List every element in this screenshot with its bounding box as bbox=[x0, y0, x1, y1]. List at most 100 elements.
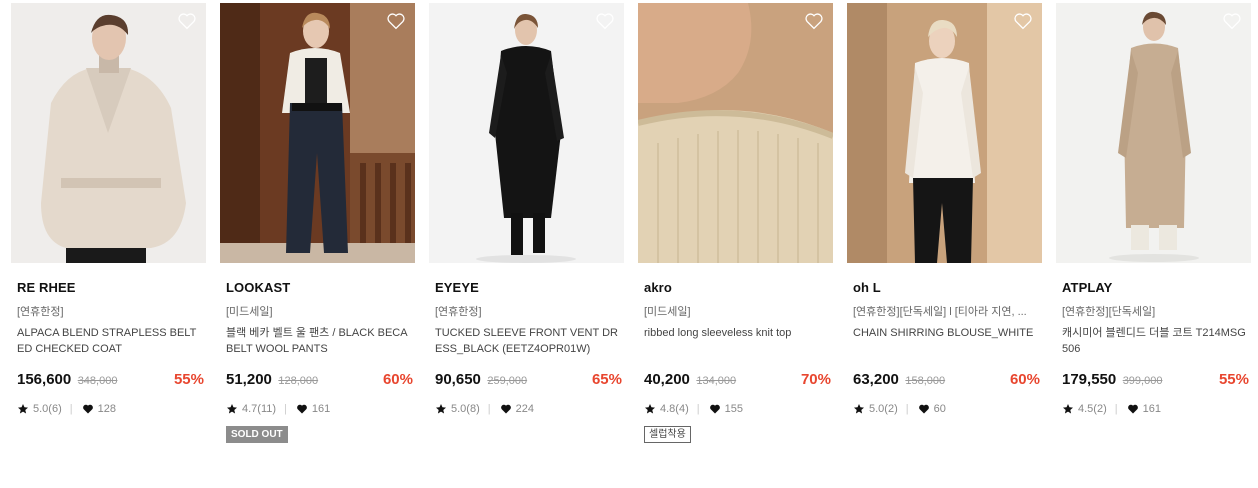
discount-rate: 55% bbox=[173, 371, 204, 388]
heart-filled-icon bbox=[296, 403, 308, 415]
heart-filled-icon bbox=[500, 403, 512, 415]
price-row: 63,200 158,000 60% bbox=[853, 371, 1040, 391]
wishlist-heart-icon[interactable] bbox=[804, 12, 824, 30]
heart-filled-icon bbox=[1127, 403, 1139, 415]
sale-price: 51,200 bbox=[226, 371, 272, 388]
product-name[interactable]: ribbed long sleeveless knit top bbox=[644, 325, 830, 357]
divider: | bbox=[69, 403, 73, 415]
product-card[interactable]: EYEYE [연휴한정] TUCKED SLEEVE FRONT VENT DR… bbox=[429, 3, 624, 416]
brand-name[interactable]: ATPLAY bbox=[1062, 280, 1251, 296]
rating-value: 5.0(6) bbox=[33, 403, 62, 415]
divider: | bbox=[1114, 403, 1118, 415]
product-name[interactable]: TUCKED SLEEVE FRONT VENT DRESS_BLACK (EE… bbox=[435, 325, 621, 357]
product-photo-lookast bbox=[220, 3, 415, 263]
likes-count: 155 bbox=[724, 403, 743, 415]
product-card[interactable]: RE RHEE [연휴한정] ALPACA BLEND STRAPLESS BE… bbox=[11, 3, 206, 416]
product-meta: 4.7(11) | 161 bbox=[226, 402, 415, 416]
product-meta: 5.0(8) | 224 bbox=[435, 402, 624, 416]
likes-count: 60 bbox=[933, 403, 946, 415]
original-price: 158,000 bbox=[905, 375, 946, 387]
original-price: 259,000 bbox=[487, 375, 528, 387]
sale-price: 63,200 bbox=[853, 371, 899, 388]
price-row: 90,650 259,000 65% bbox=[435, 371, 622, 391]
heart-filled-icon bbox=[918, 403, 930, 415]
wishlist-heart-icon[interactable] bbox=[1013, 12, 1033, 30]
discount-rate: 55% bbox=[1218, 371, 1249, 388]
product-image[interactable] bbox=[429, 3, 624, 263]
product-image[interactable] bbox=[220, 3, 415, 263]
promo-tag: [연휴한정] bbox=[435, 306, 482, 318]
wishlist-heart-icon[interactable] bbox=[595, 12, 615, 30]
product-name[interactable]: 블랙 베카 벨트 울 팬츠 / BLACK BECA BELT WOOL PAN… bbox=[226, 325, 412, 357]
product-name[interactable]: 캐시미어 블렌디드 더블 코트 T214MSG506 bbox=[1062, 325, 1248, 357]
rating-value: 4.5(2) bbox=[1078, 403, 1107, 415]
product-card[interactable]: akro [미드세일] ribbed long sleeveless knit … bbox=[638, 3, 833, 443]
heart-filled-icon bbox=[709, 403, 721, 415]
sold-out-badge: SOLD OUT bbox=[226, 426, 288, 443]
product-photo-eyeye bbox=[429, 3, 624, 263]
product-card[interactable]: oh L [연휴한정][단독세일] l [티아라 지연, ... CHAIN S… bbox=[847, 3, 1042, 416]
likes-count: 161 bbox=[1142, 403, 1161, 415]
product-meta: 4.8(4) | 155 bbox=[644, 402, 833, 416]
sale-price: 156,600 bbox=[17, 371, 72, 388]
brand-name[interactable]: oh L bbox=[853, 280, 1042, 296]
promo-tag: [연휴한정][단독세일] bbox=[1062, 306, 1156, 318]
likes-count: 128 bbox=[97, 403, 116, 415]
discount-rate: 60% bbox=[1009, 371, 1040, 388]
sale-price: 90,650 bbox=[435, 371, 481, 388]
likes-count: 161 bbox=[311, 403, 331, 415]
celeb-worn-badge: 셀럽착용 bbox=[644, 426, 691, 443]
product-image[interactable] bbox=[11, 3, 206, 263]
original-price: 128,000 bbox=[278, 375, 319, 387]
product-meta: 5.0(2) | 60 bbox=[853, 402, 1042, 416]
original-price: 134,000 bbox=[696, 375, 737, 387]
brand-name[interactable]: EYEYE bbox=[435, 280, 624, 296]
discount-rate: 70% bbox=[800, 371, 831, 388]
price-row: 156,600 348,000 55% bbox=[17, 371, 204, 391]
rating-value: 5.0(8) bbox=[451, 403, 480, 415]
product-card[interactable]: LOOKAST [미드세일] 블랙 베카 벨트 울 팬츠 / BLACK BEC… bbox=[220, 3, 415, 443]
discount-rate: 60% bbox=[382, 371, 413, 388]
brand-name[interactable]: RE RHEE bbox=[17, 280, 206, 296]
promo-tag: [미드세일] bbox=[644, 306, 691, 318]
divider: | bbox=[696, 403, 700, 415]
heart-filled-icon bbox=[82, 403, 94, 415]
price-row: 51,200 128,000 60% bbox=[226, 371, 413, 391]
wishlist-heart-icon[interactable] bbox=[1222, 12, 1242, 30]
rating-value: 4.7(11) bbox=[242, 403, 277, 415]
product-image[interactable] bbox=[1056, 3, 1251, 263]
product-grid: RE RHEE [연휴한정] ALPACA BLEND STRAPLESS BE… bbox=[0, 0, 1258, 488]
original-price: 348,000 bbox=[77, 375, 118, 387]
sale-price: 179,550 bbox=[1062, 371, 1117, 388]
product-meta: 5.0(6) | 128 bbox=[17, 402, 206, 416]
original-price: 399,000 bbox=[1122, 375, 1163, 387]
promo-tag: [미드세일] bbox=[226, 306, 273, 318]
product-photo-rerhee bbox=[11, 3, 206, 263]
star-icon bbox=[1062, 403, 1074, 415]
divider: | bbox=[487, 403, 491, 415]
wishlist-heart-icon[interactable] bbox=[386, 12, 406, 30]
likes-count: 224 bbox=[515, 403, 534, 415]
rating-value: 5.0(2) bbox=[869, 403, 898, 415]
brand-name[interactable]: akro bbox=[644, 280, 833, 296]
price-row: 40,200 134,000 70% bbox=[644, 371, 831, 391]
star-icon bbox=[853, 403, 865, 415]
star-icon bbox=[226, 403, 238, 415]
product-name[interactable]: CHAIN SHIRRING BLOUSE_WHITE bbox=[853, 325, 1039, 357]
price-row: 179,550 399,000 55% bbox=[1062, 371, 1249, 391]
promo-tag: [연휴한정][단독세일] l [티아라 지연, ... bbox=[853, 306, 1027, 318]
promo-tag: [연휴한정] bbox=[17, 306, 64, 318]
star-icon bbox=[644, 403, 656, 415]
star-icon bbox=[17, 403, 29, 415]
product-meta: 4.5(2) | 161 bbox=[1062, 402, 1251, 416]
product-name[interactable]: ALPACA BLEND STRAPLESS BELTED CHECKED CO… bbox=[17, 325, 203, 357]
divider: | bbox=[284, 403, 287, 415]
brand-name[interactable]: LOOKAST bbox=[226, 280, 415, 296]
product-image[interactable] bbox=[847, 3, 1042, 263]
product-image[interactable] bbox=[638, 3, 833, 263]
rating-value: 4.8(4) bbox=[660, 403, 689, 415]
wishlist-heart-icon[interactable] bbox=[177, 12, 197, 30]
discount-rate: 65% bbox=[591, 371, 622, 388]
product-card[interactable]: ATPLAY [연휴한정][단독세일] 캐시미어 블렌디드 더블 코트 T214… bbox=[1056, 3, 1251, 416]
product-photo-akro bbox=[638, 3, 833, 263]
